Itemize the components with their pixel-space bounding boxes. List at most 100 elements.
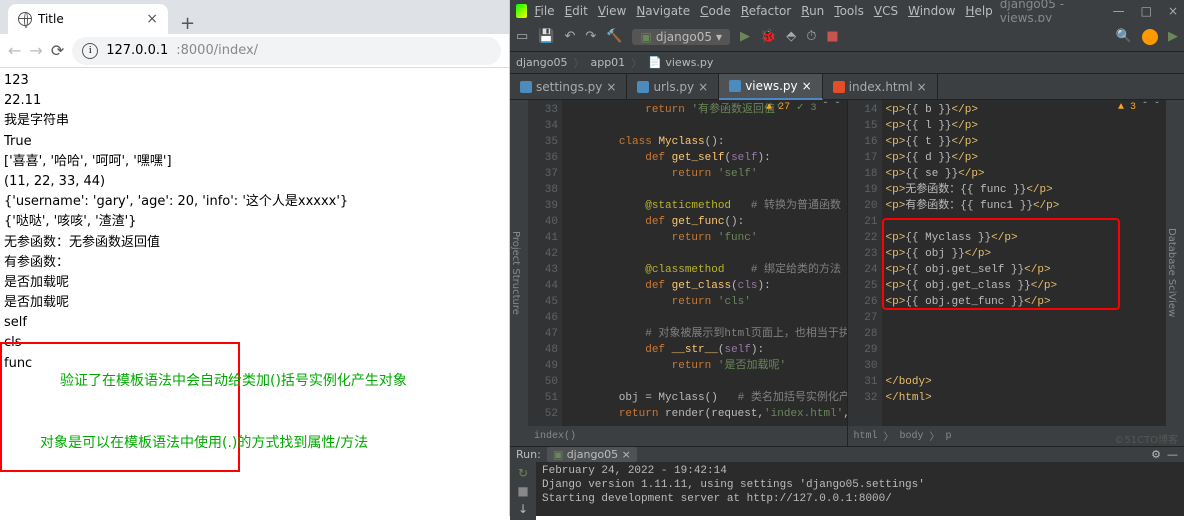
run-config-dropdown[interactable]: ▣ django05 ▾ bbox=[632, 29, 730, 45]
page-line: ['喜喜', '哈哈', '呵呵', '嘿嘿'] bbox=[4, 153, 505, 171]
file-tabs: settings.py ×urls.py ×views.py ×index.ht… bbox=[510, 74, 1184, 100]
crumb-item[interactable]: django05 bbox=[516, 56, 567, 69]
globe-icon bbox=[18, 12, 32, 26]
page-line: 有参函数： bbox=[4, 254, 505, 272]
undo-icon[interactable]: ↶ bbox=[564, 29, 575, 44]
py-file-icon bbox=[637, 81, 649, 93]
close-icon[interactable]: × bbox=[606, 80, 616, 94]
py-file-icon bbox=[520, 81, 532, 93]
close-icon[interactable]: × bbox=[802, 79, 812, 93]
page-line: 是否加载呢 bbox=[4, 294, 505, 312]
code-left[interactable]: return '有参函数返回值' class Myclass(): def ge… bbox=[562, 100, 847, 426]
page-line: {'username': 'gary', 'age': 20, 'info': … bbox=[4, 193, 505, 211]
maximize-icon[interactable]: □ bbox=[1141, 4, 1152, 18]
html-file-icon bbox=[833, 81, 845, 93]
menu-navigate[interactable]: Navigate bbox=[631, 4, 695, 18]
close-icon[interactable]: × bbox=[146, 11, 158, 27]
database-tool-label[interactable]: Database SciView bbox=[1166, 100, 1184, 446]
menu-code[interactable]: Code bbox=[695, 4, 736, 18]
menu-file[interactable]: File bbox=[529, 4, 559, 18]
search-icon[interactable]: 🔍 bbox=[1116, 29, 1132, 44]
profile-icon[interactable]: ⏱ bbox=[806, 29, 816, 44]
browser-tab[interactable]: Title × bbox=[8, 4, 168, 34]
pycharm-logo-icon bbox=[516, 4, 527, 18]
page-line: 是否加载呢 bbox=[4, 274, 505, 292]
page-line: 22.11 bbox=[4, 92, 505, 110]
file-tab-settings.py[interactable]: settings.py × bbox=[510, 74, 627, 100]
py-file-icon bbox=[729, 80, 741, 92]
down-icon[interactable]: ↓ bbox=[518, 502, 528, 516]
menu-view[interactable]: View bbox=[593, 4, 631, 18]
close-icon[interactable]: × bbox=[698, 80, 708, 94]
file-tab-index.html[interactable]: index.html × bbox=[823, 74, 938, 100]
url-path: :8000/index/ bbox=[176, 43, 258, 58]
tab-title: Title bbox=[38, 12, 64, 26]
minimize-panel-icon[interactable]: — bbox=[1167, 448, 1178, 461]
run-icon[interactable]: ▶ bbox=[740, 29, 750, 44]
close-icon[interactable]: × bbox=[1168, 4, 1178, 18]
back-icon[interactable]: ← bbox=[8, 41, 21, 60]
menu-refactor[interactable]: Refactor bbox=[736, 4, 796, 18]
run-config-name: django05 bbox=[656, 30, 712, 44]
reload-icon[interactable]: ⟳ bbox=[51, 41, 64, 60]
gear-icon[interactable]: ⚙ bbox=[1151, 448, 1161, 461]
debug-icon[interactable]: 🐞 bbox=[760, 29, 776, 44]
annotation-text-1: 验证了在模板语法中会自动给类加()括号实例化产生对象 bbox=[60, 372, 407, 392]
stop-icon[interactable]: ■ bbox=[517, 484, 528, 498]
editor-breadcrumb-left: index() bbox=[528, 426, 847, 446]
rerun-icon[interactable]: ↻ bbox=[518, 466, 528, 480]
warning-badge: ▲ 3 bbox=[1118, 102, 1136, 113]
close-icon[interactable]: × bbox=[917, 80, 927, 94]
menu-window[interactable]: Window bbox=[903, 4, 960, 18]
crumb-item[interactable]: app01 bbox=[590, 56, 625, 69]
annotation-box-2 bbox=[882, 218, 1120, 310]
save-icon[interactable]: 💾 bbox=[538, 29, 554, 44]
chevron-up-icon[interactable]: ˆ bbox=[822, 102, 828, 114]
hammer-icon[interactable]: 🔨 bbox=[606, 29, 622, 44]
menu-tools[interactable]: Tools bbox=[829, 4, 869, 18]
coverage-icon[interactable]: ⬘ bbox=[786, 29, 796, 44]
warning-badge: ▲ 27 bbox=[766, 102, 790, 114]
titlebar: FileEditViewNavigateCodeRefactorRunTools… bbox=[510, 0, 1184, 22]
new-tab-icon[interactable]: + bbox=[180, 13, 195, 34]
page-line: {'哒哒', '咳咳', '渣渣'} bbox=[4, 213, 505, 231]
menu-run[interactable]: Run bbox=[796, 4, 829, 18]
run-panel: Run: ▣ django05 × ⚙ — ↻ ■ ↓ February 24,… bbox=[510, 446, 1184, 516]
chevron-down-icon[interactable]: ˇ bbox=[1154, 102, 1160, 113]
console-output[interactable]: February 24, 2022 - 19:42:14Django versi… bbox=[536, 462, 1184, 520]
redo-icon[interactable]: ↷ bbox=[585, 29, 596, 44]
forward-icon[interactable]: → bbox=[29, 41, 42, 60]
minimize-icon[interactable]: — bbox=[1113, 4, 1125, 18]
chevron-down-icon[interactable]: ˇ bbox=[834, 102, 840, 114]
info-icon[interactable]: i bbox=[82, 43, 98, 59]
page-line: (11, 22, 33, 44) bbox=[4, 173, 505, 191]
project-tool-label[interactable]: Project Structure bbox=[510, 100, 528, 446]
page-line: True bbox=[4, 133, 505, 151]
browser-window: Title × + ← → ⟳ i 127.0.0.1:8000/index/ … bbox=[0, 0, 510, 516]
page-line: 我是字符串 bbox=[4, 112, 505, 130]
menu-vcs[interactable]: VCS bbox=[869, 4, 903, 18]
gutter-right: 14151617181920212223242526272829303132 bbox=[848, 100, 882, 426]
menu-edit[interactable]: Edit bbox=[560, 4, 593, 18]
chevron-up-icon[interactable]: ˆ bbox=[1142, 102, 1148, 113]
run-tab[interactable]: ▣ django05 × bbox=[547, 447, 637, 462]
crumb-item[interactable]: 📄 views.py bbox=[648, 56, 713, 69]
tab-strip: Title × + bbox=[0, 0, 509, 34]
sync-icon[interactable]: ▶ bbox=[1168, 29, 1178, 44]
page-line: 无参函数：无参函数返回值 bbox=[4, 234, 505, 252]
file-tab-views.py[interactable]: views.py × bbox=[719, 74, 822, 100]
run-label: Run: bbox=[516, 448, 541, 461]
url-field[interactable]: i 127.0.0.1:8000/index/ bbox=[72, 37, 501, 65]
ide-window: FileEditViewNavigateCodeRefactorRunTools… bbox=[510, 0, 1184, 516]
page-line: 123 bbox=[4, 72, 505, 90]
url-bar: ← → ⟳ i 127.0.0.1:8000/index/ bbox=[0, 34, 509, 68]
ide-user-icon[interactable] bbox=[1142, 29, 1158, 45]
file-tab-urls.py[interactable]: urls.py × bbox=[627, 74, 719, 100]
gutter-left: 3334353637383940414243444546474849505152 bbox=[528, 100, 562, 426]
page-body: 验证了在模板语法中会自动给类加()括号实例化产生对象 对象是可以在模板语法中使用… bbox=[0, 68, 509, 516]
watermark: ©51CTO博客 bbox=[1114, 431, 1178, 446]
menu-help[interactable]: Help bbox=[960, 4, 997, 18]
stop-icon[interactable]: ■ bbox=[826, 29, 838, 44]
open-icon[interactable]: ▭ bbox=[516, 29, 528, 44]
toolbar: ▭ 💾 ↶ ↷ 🔨 ▣ django05 ▾ ▶ 🐞 ⬘ ⏱ ■ 🔍 ▶ bbox=[510, 22, 1184, 52]
